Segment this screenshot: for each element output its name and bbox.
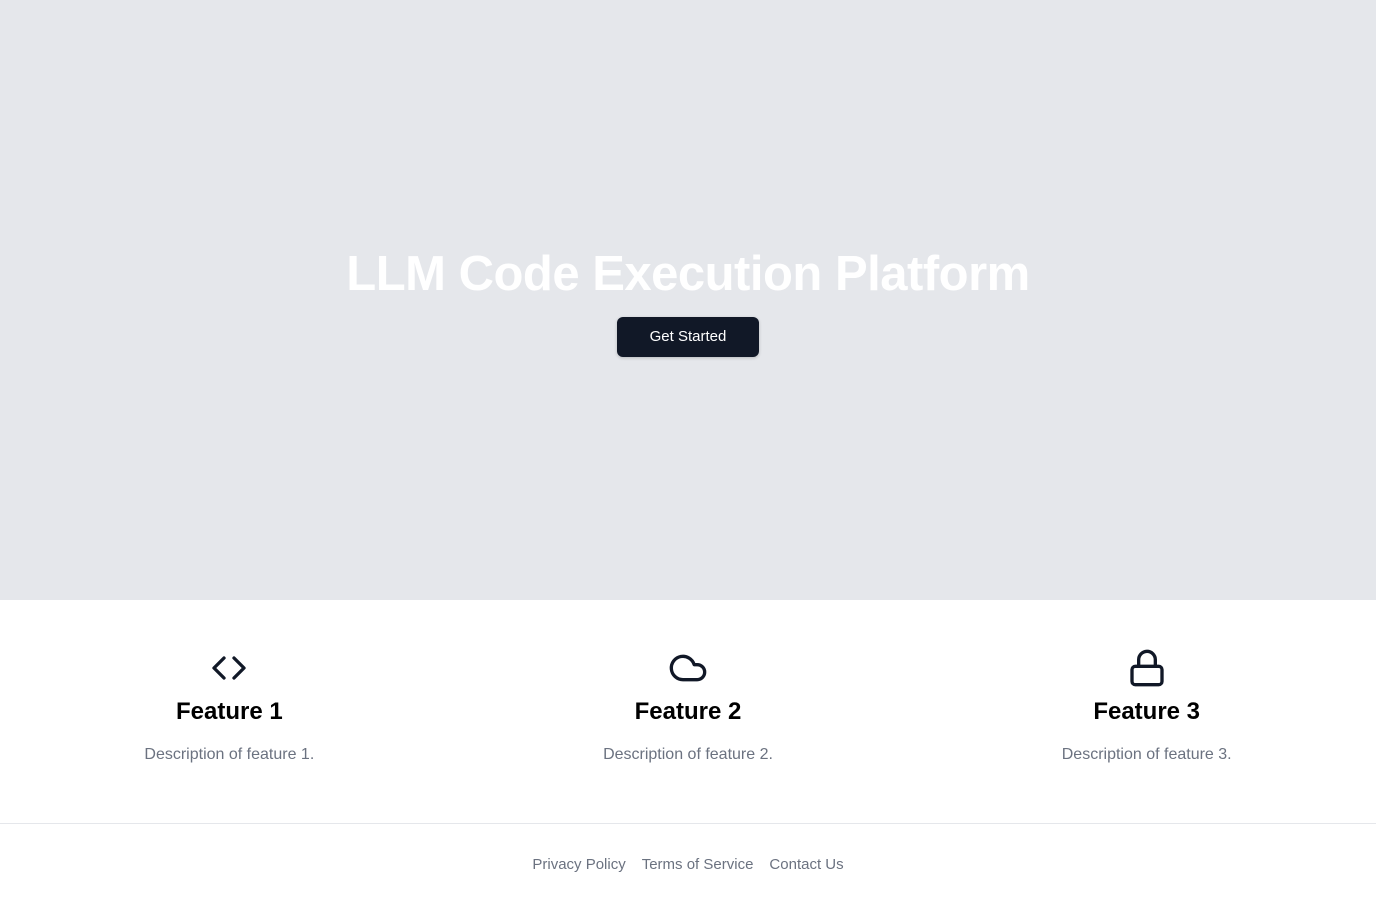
feature-card: Feature 1 Description of feature 1. bbox=[0, 600, 459, 823]
feature-description: Description of feature 1. bbox=[144, 746, 315, 763]
terms-of-service-link[interactable]: Terms of Service bbox=[642, 856, 754, 873]
feature-title: Feature 1 bbox=[175, 698, 283, 725]
cloud-icon bbox=[669, 654, 707, 682]
features-section: Feature 1 Description of feature 1. Feat… bbox=[0, 600, 1376, 824]
feature-title: Feature 3 bbox=[1093, 698, 1201, 725]
feature-description: Description of feature 2. bbox=[603, 746, 773, 763]
hero-title: LLM Code Execution Platform bbox=[346, 246, 1030, 301]
code-icon bbox=[212, 656, 246, 680]
privacy-policy-link[interactable]: Privacy Policy bbox=[532, 856, 625, 873]
feature-title: Feature 2 bbox=[634, 698, 742, 725]
get-started-button[interactable]: Get Started bbox=[617, 316, 759, 357]
lock-icon bbox=[1130, 649, 1164, 687]
footer: Privacy Policy Terms of Service Contact … bbox=[0, 824, 1376, 904]
contact-us-link[interactable]: Contact Us bbox=[769, 856, 843, 873]
feature-card: Feature 2 Description of feature 2. bbox=[459, 600, 918, 823]
feature-card: Feature 3 Description of feature 3. bbox=[917, 600, 1376, 823]
feature-description: Description of feature 3. bbox=[1061, 746, 1232, 763]
hero-section: LLM Code Execution Platform Get Started bbox=[0, 0, 1376, 600]
